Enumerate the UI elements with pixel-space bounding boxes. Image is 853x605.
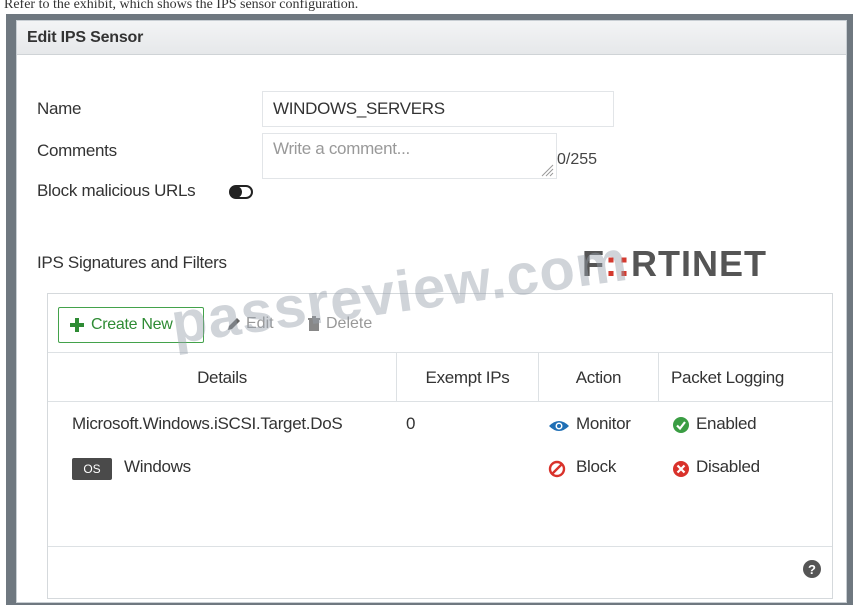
resize-handle-icon[interactable] (540, 163, 554, 177)
column-header-exempt-ips[interactable]: Exempt IPs (396, 352, 538, 402)
packet-logging-disabled: Disabled (696, 457, 760, 476)
create-new-button[interactable]: Create New (58, 307, 204, 343)
logo-text-right: RTINET (630, 243, 767, 284)
column-header-action[interactable]: Action (538, 352, 658, 402)
plus-icon (70, 318, 84, 332)
packet-logging-enabled: Enabled (696, 414, 757, 433)
exempt-ips-value: 0 (406, 414, 416, 433)
table-footer-divider (48, 546, 832, 547)
edit-button[interactable]: Edit (246, 315, 274, 333)
delete-button[interactable]: Delete (326, 315, 372, 333)
logo-text-mid: :: (605, 243, 631, 284)
name-label: Name (37, 99, 82, 118)
block-malicious-urls-label: Block malicious URLs (37, 181, 196, 200)
svg-text:?: ? (808, 562, 816, 577)
help-icon[interactable]: ? (802, 559, 822, 579)
logo-text-left: F (582, 243, 605, 284)
comments-textarea[interactable]: Write a comment... (262, 133, 557, 179)
pencil-icon (228, 318, 240, 330)
toggle-knob (230, 186, 242, 198)
section-title: IPS Signatures and Filters (37, 253, 227, 272)
column-header-details[interactable]: Details (48, 352, 396, 402)
create-new-label: Create New (91, 316, 173, 333)
action-block: Block (576, 457, 617, 476)
os-badge: OS (72, 458, 112, 480)
comments-placeholder: Write a comment... (273, 139, 410, 158)
eye-icon (549, 421, 569, 431)
action-monitor: Monitor (576, 414, 631, 433)
signatures-table: Create New Edit Delete Details Exempt IP… (47, 293, 833, 599)
block-icon (548, 460, 566, 478)
x-circle-icon (673, 461, 689, 477)
block-malicious-urls-toggle[interactable] (229, 185, 253, 199)
edit-ips-sensor-panel: Edit IPS Sensor Name WINDOWS_SERVERS Com… (16, 20, 847, 603)
comments-char-counter: 0/255 (557, 151, 598, 168)
column-header-packet-logging[interactable]: Packet Logging (658, 352, 832, 402)
page-caption: Refer to the exhibit, which shows the IP… (0, 0, 853, 14)
signature-name: Microsoft.Windows.iSCSI.Target.DoS (72, 414, 343, 433)
comments-label: Comments (37, 141, 117, 160)
filter-os-value: Windows (124, 457, 191, 476)
panel-title: Edit IPS Sensor (17, 21, 846, 55)
name-input[interactable]: WINDOWS_SERVERS (262, 91, 614, 127)
fortinet-logo: F::RTINET (582, 243, 767, 285)
check-circle-icon (673, 417, 689, 433)
trash-icon (308, 316, 320, 331)
